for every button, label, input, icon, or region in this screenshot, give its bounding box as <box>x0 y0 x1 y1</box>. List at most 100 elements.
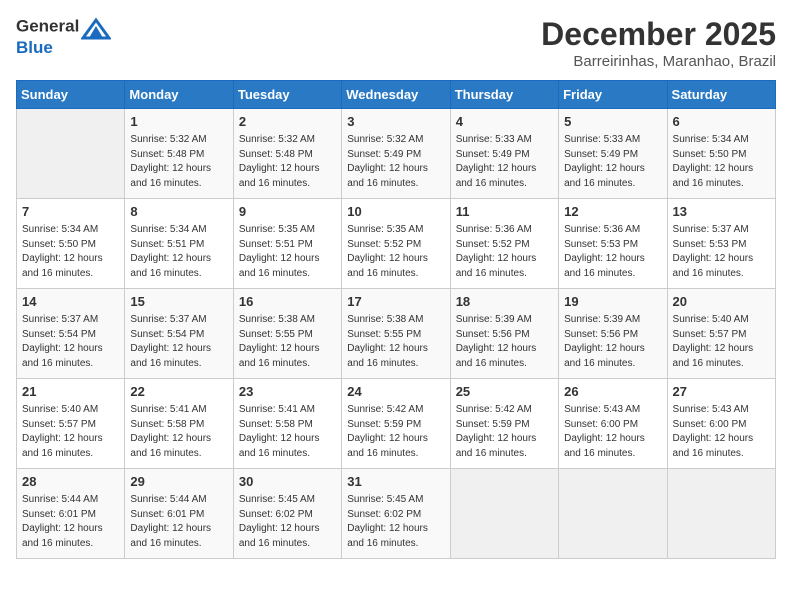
day-cell: 24 Sunrise: 5:42 AMSunset: 5:59 PMDaylig… <box>342 379 450 469</box>
day-cell: 14 Sunrise: 5:37 AMSunset: 5:54 PMDaylig… <box>17 289 125 379</box>
day-number: 4 <box>456 113 553 131</box>
day-number: 23 <box>239 383 336 401</box>
day-cell: 30 Sunrise: 5:45 AMSunset: 6:02 PMDaylig… <box>233 469 341 559</box>
col-header-thursday: Thursday <box>450 81 558 109</box>
day-number: 2 <box>239 113 336 131</box>
title-block: December 2025 Barreirinhas, Maranhao, Br… <box>541 16 776 70</box>
logo-text-blue: Blue <box>16 38 111 58</box>
day-number: 5 <box>564 113 661 131</box>
day-cell: 31 Sunrise: 5:45 AMSunset: 6:02 PMDaylig… <box>342 469 450 559</box>
day-number: 22 <box>130 383 227 401</box>
col-header-wednesday: Wednesday <box>342 81 450 109</box>
day-cell: 28 Sunrise: 5:44 AMSunset: 6:01 PMDaylig… <box>17 469 125 559</box>
month-title: December 2025 <box>541 16 776 53</box>
day-cell: 20 Sunrise: 5:40 AMSunset: 5:57 PMDaylig… <box>667 289 775 379</box>
logo-icon <box>81 16 111 40</box>
col-header-friday: Friday <box>559 81 667 109</box>
day-info: Sunrise: 5:40 AMSunset: 5:57 PMDaylight:… <box>22 403 119 461</box>
week-row-3: 14 Sunrise: 5:37 AMSunset: 5:54 PMDaylig… <box>17 289 776 379</box>
day-number: 26 <box>564 383 661 401</box>
day-cell: 6 Sunrise: 5:34 AMSunset: 5:50 PMDayligh… <box>667 109 775 199</box>
day-cell: 16 Sunrise: 5:38 AMSunset: 5:55 PMDaylig… <box>233 289 341 379</box>
day-info: Sunrise: 5:35 AMSunset: 5:51 PMDaylight:… <box>239 223 336 281</box>
day-info: Sunrise: 5:45 AMSunset: 6:02 PMDaylight:… <box>239 493 336 551</box>
day-number: 8 <box>130 203 227 221</box>
day-number: 18 <box>456 293 553 311</box>
day-cell: 10 Sunrise: 5:35 AMSunset: 5:52 PMDaylig… <box>342 199 450 289</box>
day-info: Sunrise: 5:32 AMSunset: 5:49 PMDaylight:… <box>347 133 444 191</box>
week-row-2: 7 Sunrise: 5:34 AMSunset: 5:50 PMDayligh… <box>17 199 776 289</box>
day-info: Sunrise: 5:32 AMSunset: 5:48 PMDaylight:… <box>130 133 227 191</box>
day-number: 15 <box>130 293 227 311</box>
day-cell: 17 Sunrise: 5:38 AMSunset: 5:55 PMDaylig… <box>342 289 450 379</box>
day-info: Sunrise: 5:37 AMSunset: 5:54 PMDaylight:… <box>130 313 227 371</box>
day-info: Sunrise: 5:42 AMSunset: 5:59 PMDaylight:… <box>347 403 444 461</box>
day-cell: 26 Sunrise: 5:43 AMSunset: 6:00 PMDaylig… <box>559 379 667 469</box>
day-number: 12 <box>564 203 661 221</box>
header-row: SundayMondayTuesdayWednesdayThursdayFrid… <box>17 81 776 109</box>
day-info: Sunrise: 5:35 AMSunset: 5:52 PMDaylight:… <box>347 223 444 281</box>
day-info: Sunrise: 5:41 AMSunset: 5:58 PMDaylight:… <box>130 403 227 461</box>
day-info: Sunrise: 5:45 AMSunset: 6:02 PMDaylight:… <box>347 493 444 551</box>
day-cell: 11 Sunrise: 5:36 AMSunset: 5:52 PMDaylig… <box>450 199 558 289</box>
day-number: 9 <box>239 203 336 221</box>
week-row-4: 21 Sunrise: 5:40 AMSunset: 5:57 PMDaylig… <box>17 379 776 469</box>
day-cell: 18 Sunrise: 5:39 AMSunset: 5:56 PMDaylig… <box>450 289 558 379</box>
day-cell: 21 Sunrise: 5:40 AMSunset: 5:57 PMDaylig… <box>17 379 125 469</box>
day-number: 27 <box>673 383 770 401</box>
day-cell: 25 Sunrise: 5:42 AMSunset: 5:59 PMDaylig… <box>450 379 558 469</box>
day-cell: 29 Sunrise: 5:44 AMSunset: 6:01 PMDaylig… <box>125 469 233 559</box>
day-number: 6 <box>673 113 770 131</box>
day-number: 20 <box>673 293 770 311</box>
day-number: 30 <box>239 473 336 491</box>
day-cell: 5 Sunrise: 5:33 AMSunset: 5:49 PMDayligh… <box>559 109 667 199</box>
day-cell: 27 Sunrise: 5:43 AMSunset: 6:00 PMDaylig… <box>667 379 775 469</box>
day-number: 11 <box>456 203 553 221</box>
day-info: Sunrise: 5:34 AMSunset: 5:50 PMDaylight:… <box>673 133 770 191</box>
week-row-5: 28 Sunrise: 5:44 AMSunset: 6:01 PMDaylig… <box>17 469 776 559</box>
location: Barreirinhas, Maranhao, Brazil <box>541 53 776 70</box>
day-number: 24 <box>347 383 444 401</box>
day-number: 1 <box>130 113 227 131</box>
day-number: 29 <box>130 473 227 491</box>
day-cell <box>667 469 775 559</box>
day-info: Sunrise: 5:38 AMSunset: 5:55 PMDaylight:… <box>239 313 336 371</box>
day-cell: 7 Sunrise: 5:34 AMSunset: 5:50 PMDayligh… <box>17 199 125 289</box>
day-number: 31 <box>347 473 444 491</box>
day-info: Sunrise: 5:34 AMSunset: 5:50 PMDaylight:… <box>22 223 119 281</box>
day-info: Sunrise: 5:40 AMSunset: 5:57 PMDaylight:… <box>673 313 770 371</box>
logo-text-general: General <box>16 16 79 35</box>
day-cell: 19 Sunrise: 5:39 AMSunset: 5:56 PMDaylig… <box>559 289 667 379</box>
day-info: Sunrise: 5:43 AMSunset: 6:00 PMDaylight:… <box>673 403 770 461</box>
day-info: Sunrise: 5:38 AMSunset: 5:55 PMDaylight:… <box>347 313 444 371</box>
day-cell: 2 Sunrise: 5:32 AMSunset: 5:48 PMDayligh… <box>233 109 341 199</box>
day-number: 25 <box>456 383 553 401</box>
day-number: 16 <box>239 293 336 311</box>
day-cell <box>17 109 125 199</box>
day-cell <box>559 469 667 559</box>
day-number: 3 <box>347 113 444 131</box>
logo: General Blue <box>16 16 111 58</box>
day-info: Sunrise: 5:37 AMSunset: 5:54 PMDaylight:… <box>22 313 119 371</box>
day-info: Sunrise: 5:37 AMSunset: 5:53 PMDaylight:… <box>673 223 770 281</box>
day-info: Sunrise: 5:43 AMSunset: 6:00 PMDaylight:… <box>564 403 661 461</box>
day-info: Sunrise: 5:33 AMSunset: 5:49 PMDaylight:… <box>564 133 661 191</box>
day-info: Sunrise: 5:39 AMSunset: 5:56 PMDaylight:… <box>456 313 553 371</box>
day-info: Sunrise: 5:44 AMSunset: 6:01 PMDaylight:… <box>22 493 119 551</box>
day-cell: 12 Sunrise: 5:36 AMSunset: 5:53 PMDaylig… <box>559 199 667 289</box>
day-cell: 3 Sunrise: 5:32 AMSunset: 5:49 PMDayligh… <box>342 109 450 199</box>
day-info: Sunrise: 5:32 AMSunset: 5:48 PMDaylight:… <box>239 133 336 191</box>
col-header-sunday: Sunday <box>17 81 125 109</box>
day-cell: 9 Sunrise: 5:35 AMSunset: 5:51 PMDayligh… <box>233 199 341 289</box>
day-cell: 4 Sunrise: 5:33 AMSunset: 5:49 PMDayligh… <box>450 109 558 199</box>
day-info: Sunrise: 5:41 AMSunset: 5:58 PMDaylight:… <box>239 403 336 461</box>
day-info: Sunrise: 5:34 AMSunset: 5:51 PMDaylight:… <box>130 223 227 281</box>
day-cell: 1 Sunrise: 5:32 AMSunset: 5:48 PMDayligh… <box>125 109 233 199</box>
calendar-table: SundayMondayTuesdayWednesdayThursdayFrid… <box>16 80 776 559</box>
day-number: 14 <box>22 293 119 311</box>
day-number: 19 <box>564 293 661 311</box>
day-cell: 15 Sunrise: 5:37 AMSunset: 5:54 PMDaylig… <box>125 289 233 379</box>
col-header-monday: Monday <box>125 81 233 109</box>
col-header-saturday: Saturday <box>667 81 775 109</box>
day-cell: 23 Sunrise: 5:41 AMSunset: 5:58 PMDaylig… <box>233 379 341 469</box>
